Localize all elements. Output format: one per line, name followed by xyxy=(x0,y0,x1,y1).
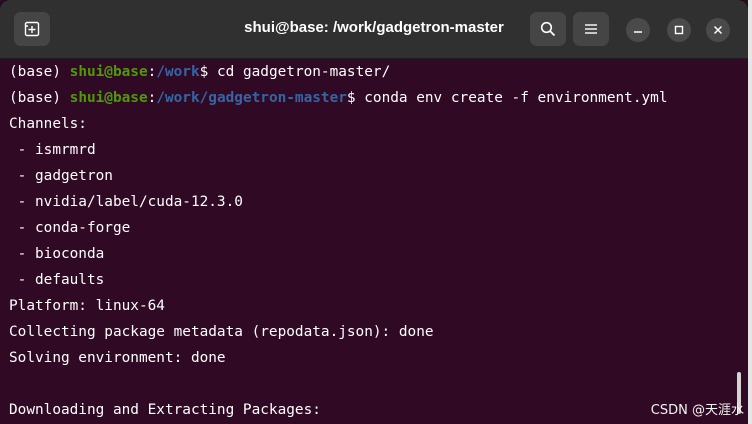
prompt-user: shui@base xyxy=(69,90,148,106)
output-line: - gadgetron xyxy=(9,168,113,184)
prompt-path: /work/gadgetron-master xyxy=(156,90,347,106)
output-line: Platform: linux-64 xyxy=(9,298,165,314)
output-line: - bioconda xyxy=(9,246,105,262)
prompt-separator: : xyxy=(147,90,157,106)
minimize-icon xyxy=(634,31,642,33)
output-line: Collecting package metadata (repodata.js… xyxy=(9,324,434,340)
conda-env-label: (base) xyxy=(9,90,70,106)
title-bar[interactable]: shui@base: /work/gadgetron-master xyxy=(0,0,748,59)
prompt-user: shui@base xyxy=(69,64,148,80)
terminal-window: shui@base: /work/gadgetron-master (base)… xyxy=(0,0,748,424)
output-line: - ismrmrd xyxy=(9,142,96,158)
terminal-output[interactable]: (base) shui@base:/work$ cd gadgetron-mas… xyxy=(9,59,728,424)
close-button[interactable] xyxy=(706,18,730,42)
prompt-line: (base) shui@base:/work$ cd gadgetron-mas… xyxy=(9,59,728,85)
watermark: CSDN @天涯水 xyxy=(650,403,744,418)
command-text: $ cd gadgetron-master/ xyxy=(199,64,391,80)
maximize-button[interactable] xyxy=(667,18,691,42)
output-line: Channels: xyxy=(9,116,87,132)
search-button[interactable] xyxy=(530,12,566,46)
prompt-path: /work xyxy=(156,64,200,80)
output-line: Solving environment: done xyxy=(9,350,226,366)
output-line: - conda-forge xyxy=(9,220,131,236)
output-line: - defaults xyxy=(9,272,105,288)
search-icon xyxy=(540,21,556,37)
close-icon xyxy=(713,25,723,35)
output-line: Downloading and Extracting Packages: xyxy=(9,402,321,418)
menu-button[interactable] xyxy=(573,12,609,46)
hamburger-menu-icon xyxy=(585,24,597,34)
minimize-button[interactable] xyxy=(626,18,650,42)
prompt-separator: : xyxy=(147,64,157,80)
maximize-icon xyxy=(674,25,684,35)
desktop-edge xyxy=(748,0,752,424)
prompt-line: (base) shui@base:/work/gadgetron-master$… xyxy=(9,85,728,111)
conda-env-label: (base) xyxy=(9,64,70,80)
output-line: - nvidia/label/cuda-12.3.0 xyxy=(9,194,243,210)
command-text: $ conda env create -f environment.yml xyxy=(346,90,668,106)
